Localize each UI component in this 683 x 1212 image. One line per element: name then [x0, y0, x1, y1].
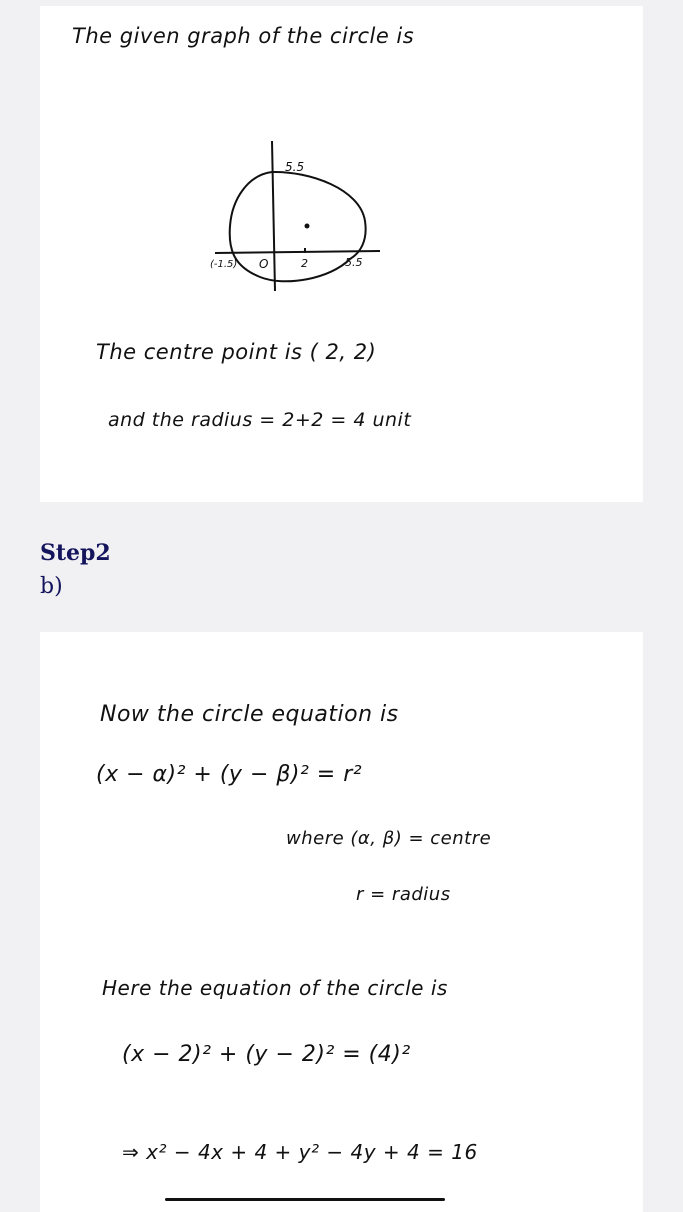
label-x-tick: 2	[301, 257, 308, 270]
solution-image-step1: The given graph of the circle is 5.5 5.5…	[40, 6, 643, 502]
expanded-equation: ⇒ x² − 4x + 4 + y² − 4y + 4 = 16	[122, 1140, 478, 1164]
centre-point-text: The centre point is ( 2, 2)	[96, 340, 377, 364]
centre-point	[304, 223, 310, 229]
circle-equation-intro: Now the circle equation is	[100, 702, 399, 727]
specific-equation: (x − 2)² + (y − 2)² = (4)²	[122, 1042, 411, 1067]
circle-graph: 5.5 5.5 2 O (-1.5)	[210, 141, 381, 291]
label-top: 5.5	[285, 160, 304, 174]
step-heading: Step2	[40, 540, 111, 566]
radius-definition: r = radius	[356, 884, 451, 905]
y-axis	[271, 141, 276, 291]
label-left: (-1.5)	[210, 259, 237, 270]
general-equation: (x − α)² + (y − β)² = r²	[96, 762, 363, 787]
step-subpart: b)	[40, 574, 63, 599]
centre-definition: where (α, β) = centre	[286, 828, 492, 849]
label-right: 5.5	[345, 256, 363, 269]
label-origin: O	[259, 257, 268, 271]
x-axis	[214, 250, 381, 254]
specific-equation-intro: Here the equation of the circle is	[102, 976, 448, 1000]
solution-image-step2: Now the circle equation is (x − α)² + (y…	[40, 632, 643, 1212]
intro-text: The given graph of the circle is	[72, 24, 415, 48]
radius-text: and the radius = 2+2 = 4 unit	[108, 409, 412, 431]
